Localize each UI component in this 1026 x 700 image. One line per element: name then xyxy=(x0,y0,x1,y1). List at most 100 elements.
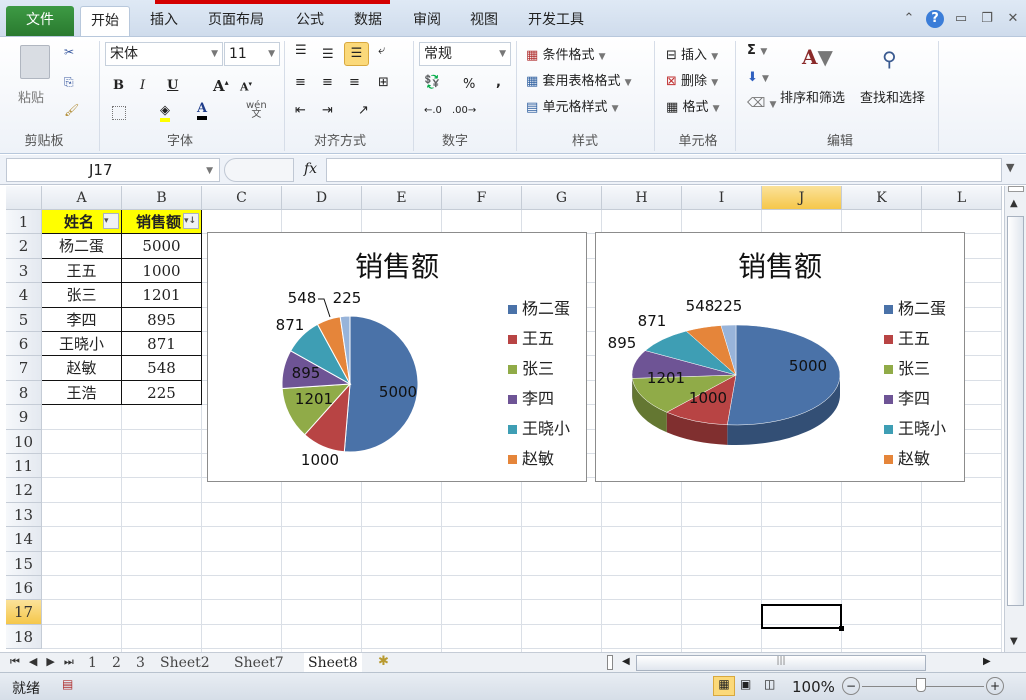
table-cell[interactable]: 王五 xyxy=(42,258,122,284)
italic-button[interactable]: I xyxy=(140,78,145,93)
align-bottom-icon[interactable]: ☰ xyxy=(344,42,369,66)
table-cell[interactable]: 李四 xyxy=(42,307,122,332)
column-header-j[interactable]: J xyxy=(762,186,842,210)
align-center-icon[interactable]: ≡ xyxy=(322,75,333,90)
zoom-level[interactable]: 100% xyxy=(792,678,835,696)
row-header-1[interactable]: 1 xyxy=(6,210,42,235)
legend-item[interactable]: 赵敏 xyxy=(508,445,554,469)
legend-item[interactable]: 李四 xyxy=(884,385,930,409)
legend-item[interactable]: 王五 xyxy=(508,325,554,349)
scroll-right-icon[interactable]: ▶ xyxy=(983,656,991,667)
fill-handle[interactable] xyxy=(839,626,844,631)
decrease-indent-icon[interactable]: ⇤ xyxy=(295,103,306,118)
pie-chart-3d[interactable]: 销售额 5000 1000 1201 895 871 548 225 杨二蛋 王五 张三 李四 王晓… xyxy=(595,232,965,482)
table-cell[interactable]: 225 xyxy=(122,380,202,406)
align-top-icon[interactable]: ☰ xyxy=(295,43,307,58)
increase-indent-icon[interactable]: ⇥ xyxy=(322,103,333,118)
page-layout-view-icon[interactable]: ▣ xyxy=(740,677,751,691)
row-header-17[interactable]: 17 xyxy=(6,600,42,625)
formula-bar-splitter[interactable] xyxy=(224,158,294,182)
legend-item[interactable]: 杨二蛋 xyxy=(508,295,570,319)
insert-function-button[interactable]: fx xyxy=(304,161,317,177)
scroll-down-icon[interactable]: ▼ xyxy=(1010,636,1018,647)
table-cell[interactable]: 895 xyxy=(122,307,202,332)
increase-decimal-icon[interactable]: ←.0 xyxy=(424,105,442,116)
column-header-k[interactable]: K xyxy=(842,186,922,210)
underline-button[interactable]: U xyxy=(167,78,178,93)
bold-button[interactable]: B xyxy=(113,78,124,93)
legend-item[interactable]: 王晓小 xyxy=(884,415,946,439)
row-header-4[interactable]: 4 xyxy=(6,283,42,308)
tab-page-layout[interactable]: 页面布局 xyxy=(198,6,274,36)
restore-icon[interactable]: ❐ xyxy=(978,10,996,28)
number-format-select[interactable]: 常规 ▼ xyxy=(419,42,511,66)
legend-item[interactable]: 杨二蛋 xyxy=(884,295,946,319)
table-cell[interactable]: 杨二蛋 xyxy=(42,234,122,259)
formula-input[interactable] xyxy=(326,158,1002,182)
row-header-16[interactable]: 16 xyxy=(6,576,42,601)
conditional-format-button[interactable]: ▦ 条件格式 ▼ xyxy=(526,44,606,63)
align-right-icon[interactable]: ≡ xyxy=(349,75,360,90)
scroll-left-icon[interactable]: ◀ xyxy=(622,656,630,667)
select-all-corner[interactable] xyxy=(6,186,42,210)
row-header-8[interactable]: 8 xyxy=(6,380,42,406)
sheet-tab-2[interactable]: 2 xyxy=(108,653,125,673)
column-header-b[interactable]: B xyxy=(122,186,202,210)
row-header-6[interactable]: 6 xyxy=(6,332,42,357)
active-cell-j17[interactable] xyxy=(761,604,842,629)
sheet-tab-sheet2[interactable]: Sheet2 xyxy=(156,653,214,673)
table-header-cell[interactable]: 姓名 ▾ xyxy=(42,210,122,235)
table-cell[interactable]: 赵敏 xyxy=(42,356,122,381)
legend-item[interactable]: 李四 xyxy=(508,385,554,409)
clear-button[interactable]: ⌫ ▼ xyxy=(747,96,776,111)
zoom-out-button[interactable]: − xyxy=(842,677,860,695)
row-header-2[interactable]: 2 xyxy=(6,234,42,259)
collapse-ribbon-icon[interactable]: ⌃ xyxy=(900,10,918,28)
worksheet-grid[interactable]: ABCDEFGHIJKL 1 2 3 4 5 6 7 8 9 10 11 12 13 14 15 16 17 18… xyxy=(6,186,1002,652)
font-size-select[interactable]: 11 ▼ xyxy=(224,42,280,66)
tab-split-handle[interactable] xyxy=(607,655,613,670)
fill-color-icon[interactable]: ◈ xyxy=(160,103,170,122)
horizontal-scroll-thumb[interactable]: ||| xyxy=(636,655,926,671)
table-cell[interactable]: 1201 xyxy=(122,283,202,308)
format-as-table-button[interactable]: ▦ 套用表格格式 ▼ xyxy=(526,70,632,89)
fill-button[interactable]: ⬇ ▼ xyxy=(747,70,769,85)
split-handle[interactable] xyxy=(1008,186,1024,192)
column-header-h[interactable]: H xyxy=(602,186,682,210)
filter-dropdown-icon[interactable]: ▾↓ xyxy=(183,213,199,229)
macro-record-icon[interactable]: ▤ xyxy=(62,677,73,691)
help-icon[interactable]: ? xyxy=(926,10,944,28)
tab-insert[interactable]: 插入 xyxy=(140,6,188,36)
insert-sheet-icon[interactable]: ✱ xyxy=(378,654,389,669)
paste-button[interactable]: 粘贴 xyxy=(18,87,44,106)
column-header-d[interactable]: D xyxy=(282,186,362,210)
row-header-15[interactable]: 15 xyxy=(6,551,42,576)
phonetic-guide-icon[interactable]: wén 文 xyxy=(246,101,267,120)
column-header-c[interactable]: C xyxy=(202,186,282,210)
find-select-button[interactable]: 查找和选择 xyxy=(860,87,925,106)
sheet-tab-1[interactable]: 1 xyxy=(84,653,101,673)
autosum-button[interactable]: Σ ▼ xyxy=(747,43,767,58)
tab-file[interactable]: 文件 xyxy=(6,6,74,36)
minimize-icon[interactable]: ▭ xyxy=(952,10,970,28)
row-header-9[interactable]: 9 xyxy=(6,405,42,430)
legend-item[interactable]: 赵敏 xyxy=(884,445,930,469)
row-header-3[interactable]: 3 xyxy=(6,258,42,284)
cut-icon[interactable]: ✂ xyxy=(64,45,74,59)
tab-home[interactable]: 开始 xyxy=(80,6,130,36)
filter-dropdown-icon[interactable]: ▾ xyxy=(103,213,119,229)
row-header-7[interactable]: 7 xyxy=(6,356,42,381)
percent-button[interactable]: % xyxy=(463,77,475,92)
row-header-13[interactable]: 13 xyxy=(6,502,42,528)
tab-formulas[interactable]: 公式 xyxy=(286,6,334,36)
tab-review[interactable]: 审阅 xyxy=(403,6,451,36)
format-cells-button[interactable]: ▦ 格式 ▼ xyxy=(666,96,720,115)
font-name-select[interactable]: 宋体 ▼ xyxy=(105,42,223,66)
table-cell[interactable]: 548 xyxy=(122,356,202,381)
font-color-icon[interactable]: A xyxy=(197,101,208,120)
comma-button[interactable]: , xyxy=(496,75,501,90)
table-header-cell[interactable]: 销售额 ▾↓ xyxy=(122,210,202,235)
column-header-g[interactable]: G xyxy=(522,186,602,210)
currency-icon[interactable]: 💱 xyxy=(424,75,440,90)
legend-item[interactable]: 王晓小 xyxy=(508,415,570,439)
